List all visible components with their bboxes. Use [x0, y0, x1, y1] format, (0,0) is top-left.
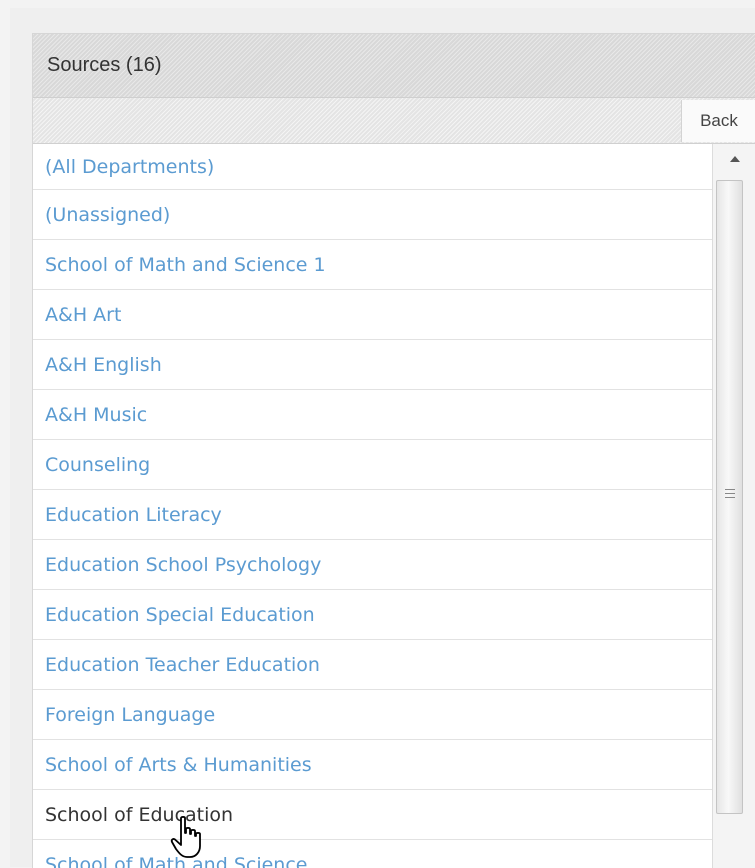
list-item[interactable]: School of Math and Science	[33, 840, 712, 868]
panel-toolbar: Back	[33, 98, 755, 144]
back-button[interactable]: Back	[681, 100, 755, 142]
list-item[interactable]: A&H English	[33, 340, 712, 390]
list-item[interactable]: Counseling	[33, 440, 712, 490]
list-item[interactable]: A&H Music	[33, 390, 712, 440]
list-item[interactable]: Education Teacher Education	[33, 640, 712, 690]
list-item[interactable]: School of Math and Science 1	[33, 240, 712, 290]
list-item[interactable]: Education Special Education	[33, 590, 712, 640]
list-scrollbar[interactable]	[712, 144, 755, 868]
grip-lines-icon	[725, 489, 735, 498]
list-item[interactable]: Education Literacy	[33, 490, 712, 540]
sources-panel: Sources (16) Back (All Departments) (Una…	[32, 33, 755, 868]
list-item[interactable]: School of Arts & Humanities	[33, 740, 712, 790]
list-item[interactable]: (All Departments)	[33, 144, 712, 190]
list-item[interactable]: Education School Psychology	[33, 540, 712, 590]
sources-list: (All Departments) (Unassigned) School of…	[33, 144, 712, 868]
scroll-up-arrow-icon[interactable]	[713, 144, 755, 174]
list-item[interactable]: Foreign Language	[33, 690, 712, 740]
panel-header: Sources (16)	[33, 34, 755, 98]
list-item-hovered[interactable]: School of Education	[33, 790, 712, 840]
panel-title: Sources (16)	[47, 54, 162, 76]
list-item[interactable]: (Unassigned)	[33, 190, 712, 240]
list-item[interactable]: A&H Art	[33, 290, 712, 340]
scrollbar-thumb[interactable]	[716, 180, 743, 814]
